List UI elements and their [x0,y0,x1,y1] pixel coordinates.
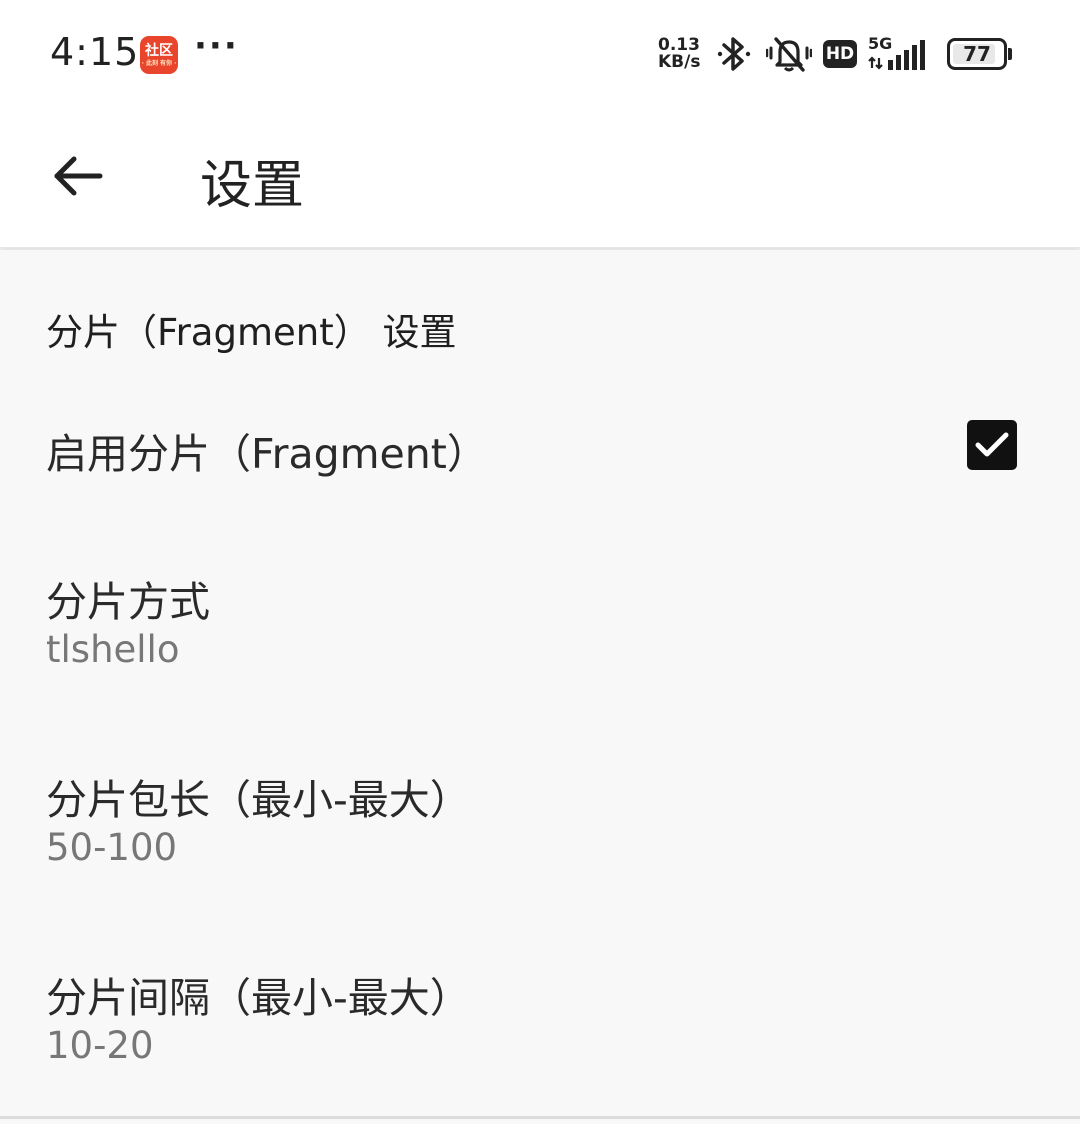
arrow-left-icon [54,156,103,196]
community-app-icon: 社区 · 此刻 有你 · [140,36,178,74]
fragment-method-preference[interactable]: 分片方式 tlshello [0,540,1080,700]
app-badge-text: 社区 [145,42,173,59]
fragment-method-title: 分片方式 [46,578,210,626]
app-bar: 设置 [0,108,1080,248]
battery-icon: 77 [947,38,1013,70]
divider [0,1116,1080,1119]
fragment-method-value: tlshello [46,628,180,671]
cellular-signal-icon [868,40,925,70]
bluetooth-icon [717,37,751,71]
fragment-length-preference[interactable]: 分片包长（最小-最大） 50-100 [0,740,1080,900]
enable-fragment-checkbox[interactable] [967,420,1017,470]
status-bar: 4:15 社区 · 此刻 有你 · ··· 0.13 KB/s HD 5G 77 [0,0,1080,108]
back-button[interactable] [40,138,116,214]
enable-fragment-preference[interactable]: 启用分片（Fragment） [0,380,1080,510]
battery-level: 77 [963,42,991,66]
fragment-interval-title: 分片间隔（最小-最大） [46,974,471,1022]
fragment-length-value: 50-100 [46,826,178,869]
network-speed: 0.13 KB/s [658,37,710,71]
enable-fragment-title: 启用分片（Fragment） [46,430,488,478]
vibrate-mute-icon [766,37,812,72]
fragment-length-title: 分片包长（最小-最大） [46,776,471,824]
status-time: 4:15 [50,30,140,74]
hd-icon: HD [823,40,857,68]
app-badge-subtext: · 此刻 有你 · [141,59,177,67]
fragment-interval-preference[interactable]: 分片间隔（最小-最大） 10-20 [0,940,1080,1100]
network-speed-unit: KB/s [658,52,701,72]
page-title: 设置 [200,156,305,216]
section-header-fragment: 分片（Fragment） 设置 [46,311,457,354]
settings-list: 分片（Fragment） 设置 启用分片（Fragment） 分片方式 tlsh… [0,250,1080,1124]
checkmark-icon [975,432,1009,457]
more-notifications-icon: ··· [194,26,239,66]
fragment-interval-value: 10-20 [46,1024,154,1067]
